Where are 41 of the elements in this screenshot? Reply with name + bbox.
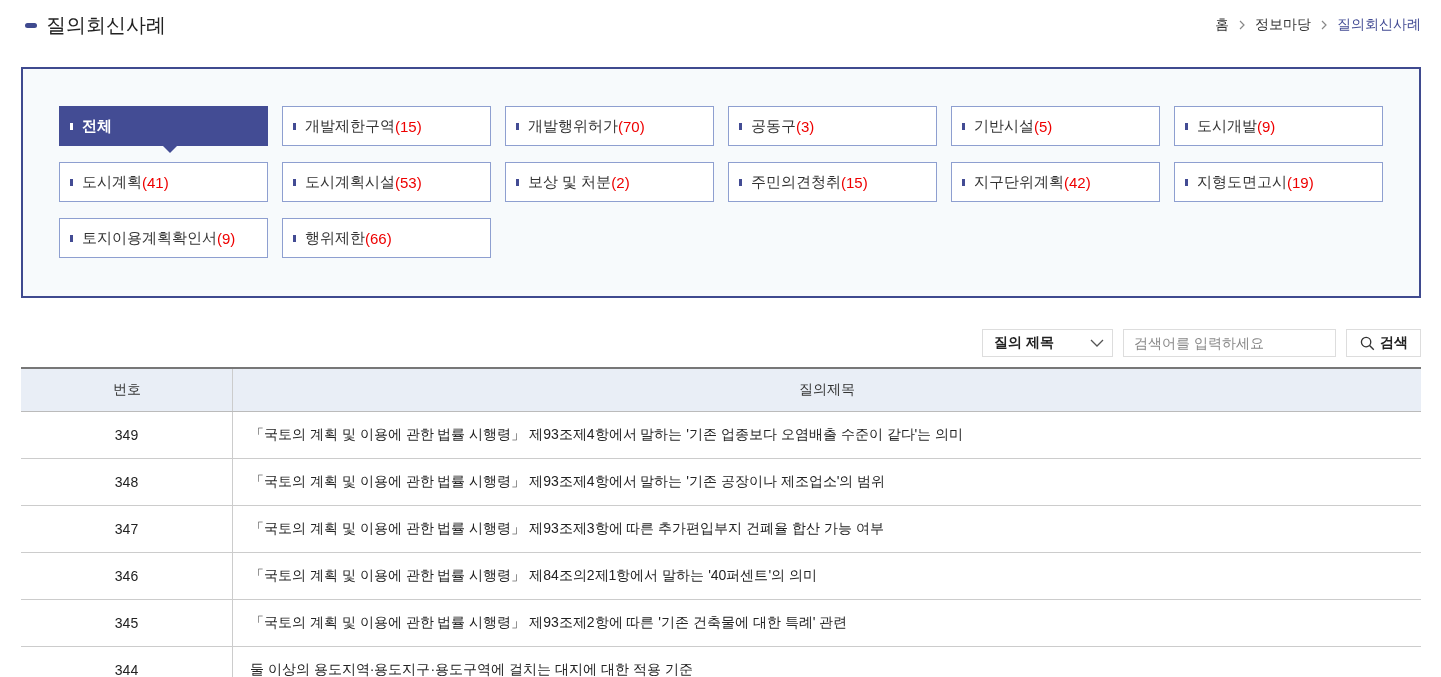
category-button[interactable]: 도시계획시설(53) bbox=[282, 162, 491, 202]
category-button[interactable]: 주민의견청취(15) bbox=[728, 162, 937, 202]
number-cell: 347 bbox=[21, 505, 233, 553]
category-button[interactable]: 지형도면고시(19) bbox=[1174, 162, 1383, 202]
category-button[interactable]: 도시개발(9) bbox=[1174, 106, 1383, 146]
caret-icon bbox=[1090, 339, 1104, 347]
breadcrumb-link[interactable]: 질의회신사례 bbox=[1337, 16, 1421, 34]
search-button[interactable]: 검색 bbox=[1346, 329, 1421, 357]
number-cell: 345 bbox=[21, 599, 233, 647]
category-button[interactable]: 전체 bbox=[59, 106, 268, 146]
chevron-icon bbox=[1239, 20, 1245, 30]
search-type-select[interactable]: 질의 제목 bbox=[982, 329, 1113, 357]
category-button[interactable]: 토지이용계획확인서(9) bbox=[59, 218, 268, 258]
search-field[interactable]: 검색어를 입력하세요 bbox=[1123, 329, 1336, 357]
question-title-link[interactable]: 「국토의 계획 및 이용에 관한 법률 시행령」 제93조제4항에서 말하는 '기존 공장이나 제조업소'의 범위 bbox=[250, 473, 886, 489]
search-icon bbox=[1359, 335, 1375, 351]
title-marker-icon bbox=[25, 22, 37, 28]
number-cell: 344 bbox=[21, 646, 233, 677]
category-button[interactable]: 보상 및 처분(2) bbox=[505, 162, 714, 202]
chevron-icon bbox=[1321, 20, 1327, 30]
selected-pointer-icon bbox=[163, 146, 177, 153]
category-button[interactable]: 개발행위허가(70) bbox=[505, 106, 714, 146]
category-button[interactable]: 기반시설(5) bbox=[951, 106, 1160, 146]
question-title-link[interactable]: 둘 이상의 용도지역·용도지구·용도구역에 걸치는 대지에 대한 적용 기준 bbox=[250, 661, 693, 677]
column-header: 질의제목 bbox=[232, 368, 1421, 412]
question-title-link[interactable]: 「국토의 계획 및 이용에 관한 법률 시행령」 제93조제2항에 따른 '기존 건축물에 대한 특례' 관련 bbox=[250, 614, 848, 630]
question-title-link[interactable]: 「국토의 계획 및 이용에 관한 법률 시행령」 제84조의2제1항에서 말하는 '40퍼센트'의 의미 bbox=[250, 567, 817, 583]
page-title: 질의회신사례 bbox=[46, 12, 166, 38]
category-button[interactable]: 행위제한(66) bbox=[282, 218, 491, 258]
breadcrumb-link[interactable]: 정보마당 bbox=[1255, 16, 1311, 34]
category-button[interactable]: 도시계획(41) bbox=[59, 162, 268, 202]
question-title-link[interactable]: 「국토의 계획 및 이용에 관한 법률 시행령」 제93조제4항에서 말하는 '기존 업종보다 오염배출 수준이 같다'는 의미 bbox=[250, 426, 964, 442]
category-button[interactable]: 지구단위계획(42) bbox=[951, 162, 1160, 202]
category-button[interactable]: 개발제한구역(15) bbox=[282, 106, 491, 146]
column-header: 번호 bbox=[21, 368, 233, 412]
number-cell: 346 bbox=[21, 552, 233, 600]
number-cell: 349 bbox=[21, 411, 233, 459]
breadcrumb-link[interactable]: 홈 bbox=[1215, 16, 1229, 34]
number-cell: 348 bbox=[21, 458, 233, 506]
category-button[interactable]: 공동구(3) bbox=[728, 106, 937, 146]
question-title-link[interactable]: 「국토의 계획 및 이용에 관한 법률 시행령」 제93조제3항에 따른 추가편입부지 건폐율 합산 가능 여부 bbox=[250, 520, 884, 536]
